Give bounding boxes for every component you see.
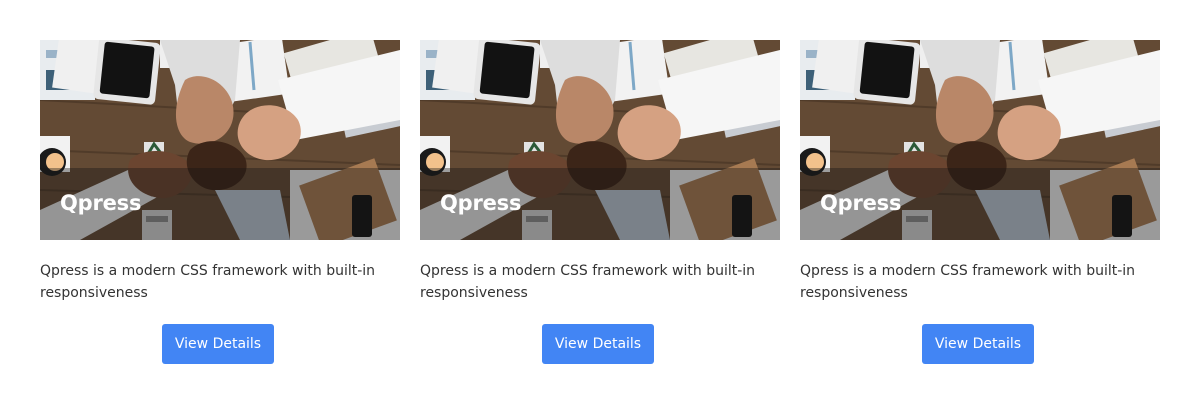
product-card: Qpress Qpress is a modern CSS framework … <box>40 40 400 364</box>
product-card: Qpress Qpress is a modern CSS framework … <box>420 40 780 364</box>
view-details-button[interactable]: View Details <box>162 324 274 364</box>
view-details-button[interactable]: View Details <box>922 324 1034 364</box>
card-description: Qpress is a modern CSS framework with bu… <box>800 263 1136 301</box>
product-card: Qpress Qpress is a modern CSS framework … <box>800 40 1160 364</box>
card-image: Qpress <box>800 40 1160 240</box>
card-title: Qpress <box>820 191 902 215</box>
view-details-button[interactable]: View Details <box>542 324 654 364</box>
card-description: Qpress is a modern CSS framework with bu… <box>420 263 756 301</box>
card-grid: Qpress Qpress is a modern CSS framework … <box>0 0 1200 404</box>
card-title: Qpress <box>60 191 142 215</box>
card-image: Qpress <box>420 40 780 240</box>
card-title: Qpress <box>440 191 522 215</box>
card-image: Qpress <box>40 40 400 240</box>
card-description: Qpress is a modern CSS framework with bu… <box>40 263 376 301</box>
